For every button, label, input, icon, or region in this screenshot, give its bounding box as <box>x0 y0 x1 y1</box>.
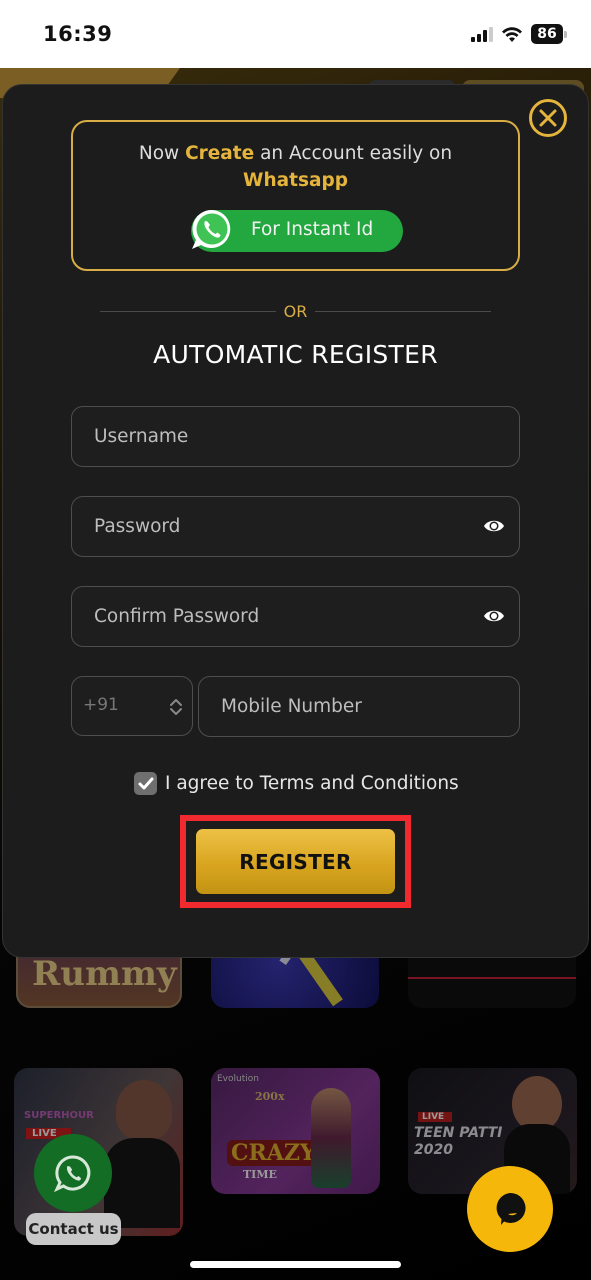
signal-icon <box>471 26 493 42</box>
divider-line-right <box>315 311 491 312</box>
mobile-number-field <box>198 676 520 737</box>
mobile-number-input[interactable] <box>199 677 519 736</box>
tile-crazy: CRAZY <box>227 1140 320 1166</box>
status-bar: 16:39 86 <box>0 0 591 68</box>
password-input[interactable] <box>72 497 519 556</box>
whatsapp-contact-button[interactable] <box>34 1134 112 1212</box>
whatsapp-icon <box>192 209 231 249</box>
or-divider: OR <box>100 300 491 322</box>
select-updown-chevron-icon <box>170 699 182 715</box>
close-button[interactable] <box>529 99 567 137</box>
tile-evolution: Evolution <box>217 1074 259 1084</box>
whatsapp-signup-box: Now Create an Account easily on Whatsapp… <box>71 120 520 271</box>
password-field <box>71 496 520 557</box>
tile-live-badge-2: LIVE <box>418 1112 453 1122</box>
live-chat-button[interactable] <box>467 1166 553 1252</box>
tile-rummy-title: Rummy <box>32 954 177 994</box>
tile-superhour: SUPERHOUR <box>24 1110 94 1121</box>
register-button[interactable]: REGISTER <box>196 829 395 894</box>
tile-teenpatti: TEEN PATTI <box>414 1125 503 1141</box>
confirm-password-input[interactable] <box>72 587 519 646</box>
promo-suffix: an Account easily on <box>254 143 453 164</box>
username-field <box>71 406 520 467</box>
status-time: 16:39 <box>43 22 113 46</box>
whatsapp-promo-brand: Whatsapp <box>243 170 348 191</box>
game-tile-crazy-time[interactable]: Evolution 200x CRAZY TIME <box>211 1068 380 1194</box>
close-icon <box>539 109 557 127</box>
contact-us-label[interactable]: Contact us <box>26 1213 121 1245</box>
whatsapp-button-label: For Instant Id <box>251 219 374 240</box>
terms-label: I agree to Terms and Conditions <box>165 773 459 794</box>
wifi-icon <box>502 27 522 42</box>
home-indicator[interactable] <box>190 1261 401 1268</box>
show-confirm-password-eye-icon[interactable] <box>483 607 505 625</box>
promo-highlight: Create <box>185 143 255 164</box>
promo-prefix: Now <box>138 143 186 164</box>
show-password-eye-icon[interactable] <box>483 517 505 535</box>
country-code-value: +91 <box>83 695 119 715</box>
checkmark-icon <box>138 777 153 789</box>
confirm-password-field <box>71 586 520 647</box>
status-icons: 86 <box>471 24 567 44</box>
username-input[interactable] <box>72 407 519 466</box>
whatsapp-icon <box>53 1155 91 1193</box>
terms-agreement[interactable]: I agree to Terms and Conditions <box>134 772 459 795</box>
tile-time: TIME <box>243 1168 277 1181</box>
form-title: AUTOMATIC REGISTER <box>153 340 438 369</box>
battery-level: 86 <box>531 24 563 44</box>
terms-checkbox[interactable] <box>134 772 157 795</box>
tile-multiplier: 200x <box>255 1090 285 1103</box>
tile-year: 2020 <box>414 1142 453 1158</box>
whatsapp-promo-text: Now Create an Account easily on <box>73 143 518 164</box>
country-code-select[interactable]: +91 <box>71 676 193 736</box>
whatsapp-instant-id-button[interactable]: For Instant Id <box>191 209 403 252</box>
battery-icon: 86 <box>531 24 567 44</box>
chat-bubble-icon <box>496 1192 526 1225</box>
